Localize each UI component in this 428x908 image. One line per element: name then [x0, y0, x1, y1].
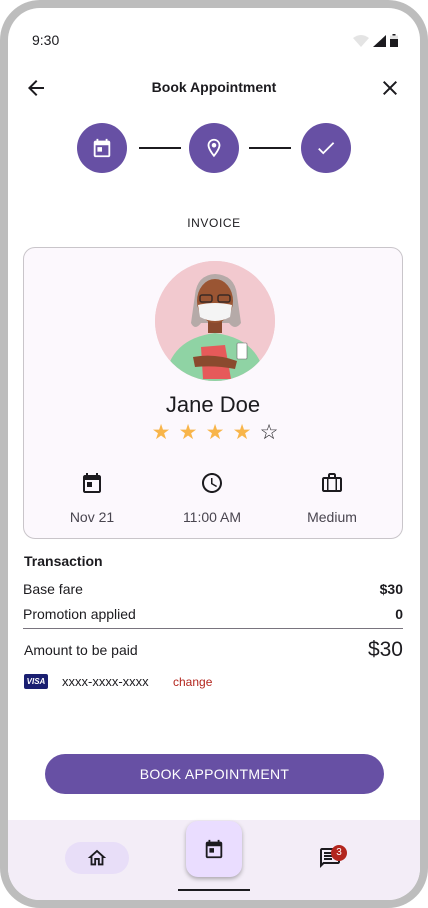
close-icon[interactable] — [378, 76, 402, 100]
calendar-icon — [83, 473, 101, 493]
total-label: Amount to be paid — [24, 642, 138, 658]
appointment-time-value: 11:00 AM — [182, 509, 242, 525]
invoice-card: Jane Doe ★ ★ ★ ★ ☆ Nov 21 11:00 AM Medium — [23, 247, 403, 539]
booking-stepper — [77, 123, 351, 173]
check-icon — [318, 142, 335, 155]
calendar-icon — [93, 138, 111, 158]
base-fare-label: Base fare — [23, 581, 83, 597]
cellular-signal-icon — [373, 35, 386, 47]
doctor-name: Jane Doe — [165, 392, 261, 417]
promotion-value: 0 — [395, 606, 403, 622]
visa-logo: VISA — [24, 674, 48, 689]
status-bar: 9:30 — [8, 8, 420, 56]
star-filled-icon: ★ — [151, 421, 171, 444]
nav-appointments-fab[interactable] — [186, 821, 242, 877]
step-connector — [249, 147, 291, 149]
step-confirm[interactable] — [301, 123, 351, 173]
card-number: xxxx-xxxx-xxxx — [62, 674, 149, 689]
star-empty-icon: ☆ — [259, 421, 279, 444]
status-icons — [353, 34, 398, 47]
star-filled-icon: ★ — [205, 421, 225, 444]
change-payment-link[interactable]: change — [173, 675, 212, 689]
appointment-date-value: Nov 21 — [69, 509, 115, 525]
star-filled-icon: ★ — [232, 421, 252, 444]
top-app-bar: Book Appointment — [8, 68, 420, 108]
home-indicator — [178, 889, 250, 891]
transaction-title: Transaction — [24, 553, 103, 569]
step-location[interactable] — [189, 123, 239, 173]
book-appointment-button[interactable]: BOOK APPOINTMENT — [45, 754, 384, 794]
divider — [23, 628, 403, 629]
appointment-date: Nov 21 — [32, 471, 152, 525]
base-fare-value: $30 — [379, 581, 403, 597]
total-value: $30 — [367, 638, 403, 661]
step-date[interactable] — [77, 123, 127, 173]
briefcase-icon — [322, 473, 342, 492]
invoice-heading: INVOICE — [187, 216, 241, 230]
appointment-size: Medium — [272, 471, 392, 525]
messages-badge: 3 — [331, 845, 347, 861]
clock-icon — [202, 473, 222, 493]
device-frame: 9:30 Book Appointment INVOICE Jane Doe ★… — [0, 0, 428, 908]
page-title: Book Appointment — [151, 79, 277, 95]
status-time: 9:30 — [32, 32, 60, 48]
location-pin-icon — [207, 138, 221, 158]
appointment-size-value: Medium — [307, 509, 357, 525]
appointment-time: 11:00 AM — [152, 471, 272, 525]
battery-icon — [390, 34, 398, 47]
star-filled-icon: ★ — [178, 421, 198, 444]
nav-home[interactable] — [65, 842, 129, 874]
promotion-label: Promotion applied — [23, 606, 136, 622]
doctor-rating: ★ ★ ★ ★ ☆ — [150, 421, 280, 445]
step-connector — [139, 147, 181, 149]
home-icon — [87, 849, 107, 866]
wifi-icon — [353, 35, 369, 47]
calendar-icon — [205, 839, 223, 859]
doctor-avatar — [155, 261, 275, 381]
bottom-navigation: 3 — [8, 820, 420, 900]
doctor-illustration — [155, 261, 275, 381]
screen: 9:30 Book Appointment INVOICE Jane Doe ★… — [8, 8, 420, 900]
